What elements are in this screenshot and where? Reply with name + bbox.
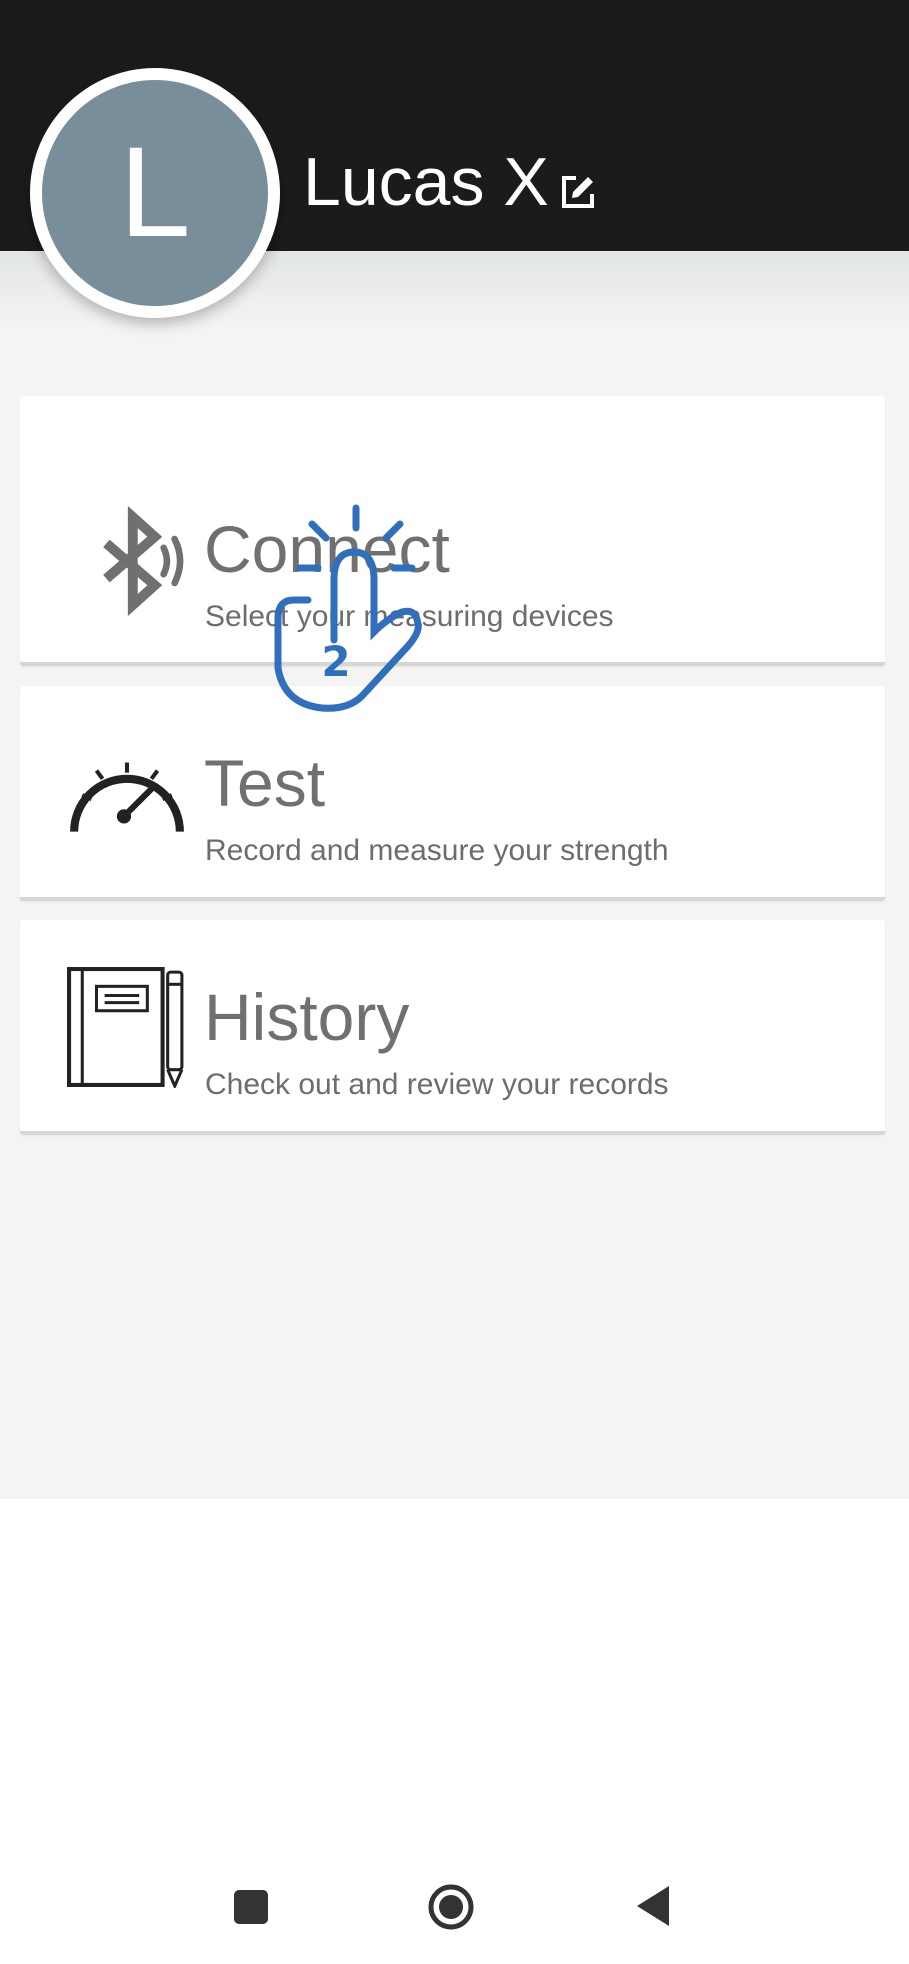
- edit-icon[interactable]: [558, 172, 598, 212]
- user-name: Lucas X: [303, 144, 549, 220]
- history-subtitle: Check out and review your records: [205, 1068, 669, 1101]
- history-title: History: [204, 980, 410, 1054]
- test-subtitle: Record and measure your strength: [205, 834, 669, 867]
- test-card[interactable]: Test Record and measure your strength: [20, 686, 885, 901]
- avatar[interactable]: L: [30, 68, 280, 318]
- speedometer-icon: [70, 762, 184, 832]
- test-title: Test: [204, 746, 326, 820]
- bluetooth-icon: [103, 506, 184, 616]
- history-card[interactable]: History Check out and review your record…: [20, 920, 885, 1135]
- back-icon[interactable]: [633, 1884, 673, 1928]
- notebook-icon: [67, 967, 184, 1088]
- avatar-circle: L: [42, 80, 268, 306]
- connect-card[interactable]: Connect Select your measuring devices: [20, 396, 885, 666]
- connect-subtitle: Select your measuring devices: [205, 600, 614, 633]
- avatar-initial: L: [119, 121, 191, 264]
- home-icon[interactable]: [426, 1882, 476, 1932]
- recents-icon[interactable]: [231, 1887, 271, 1927]
- connect-title: Connect: [204, 512, 450, 586]
